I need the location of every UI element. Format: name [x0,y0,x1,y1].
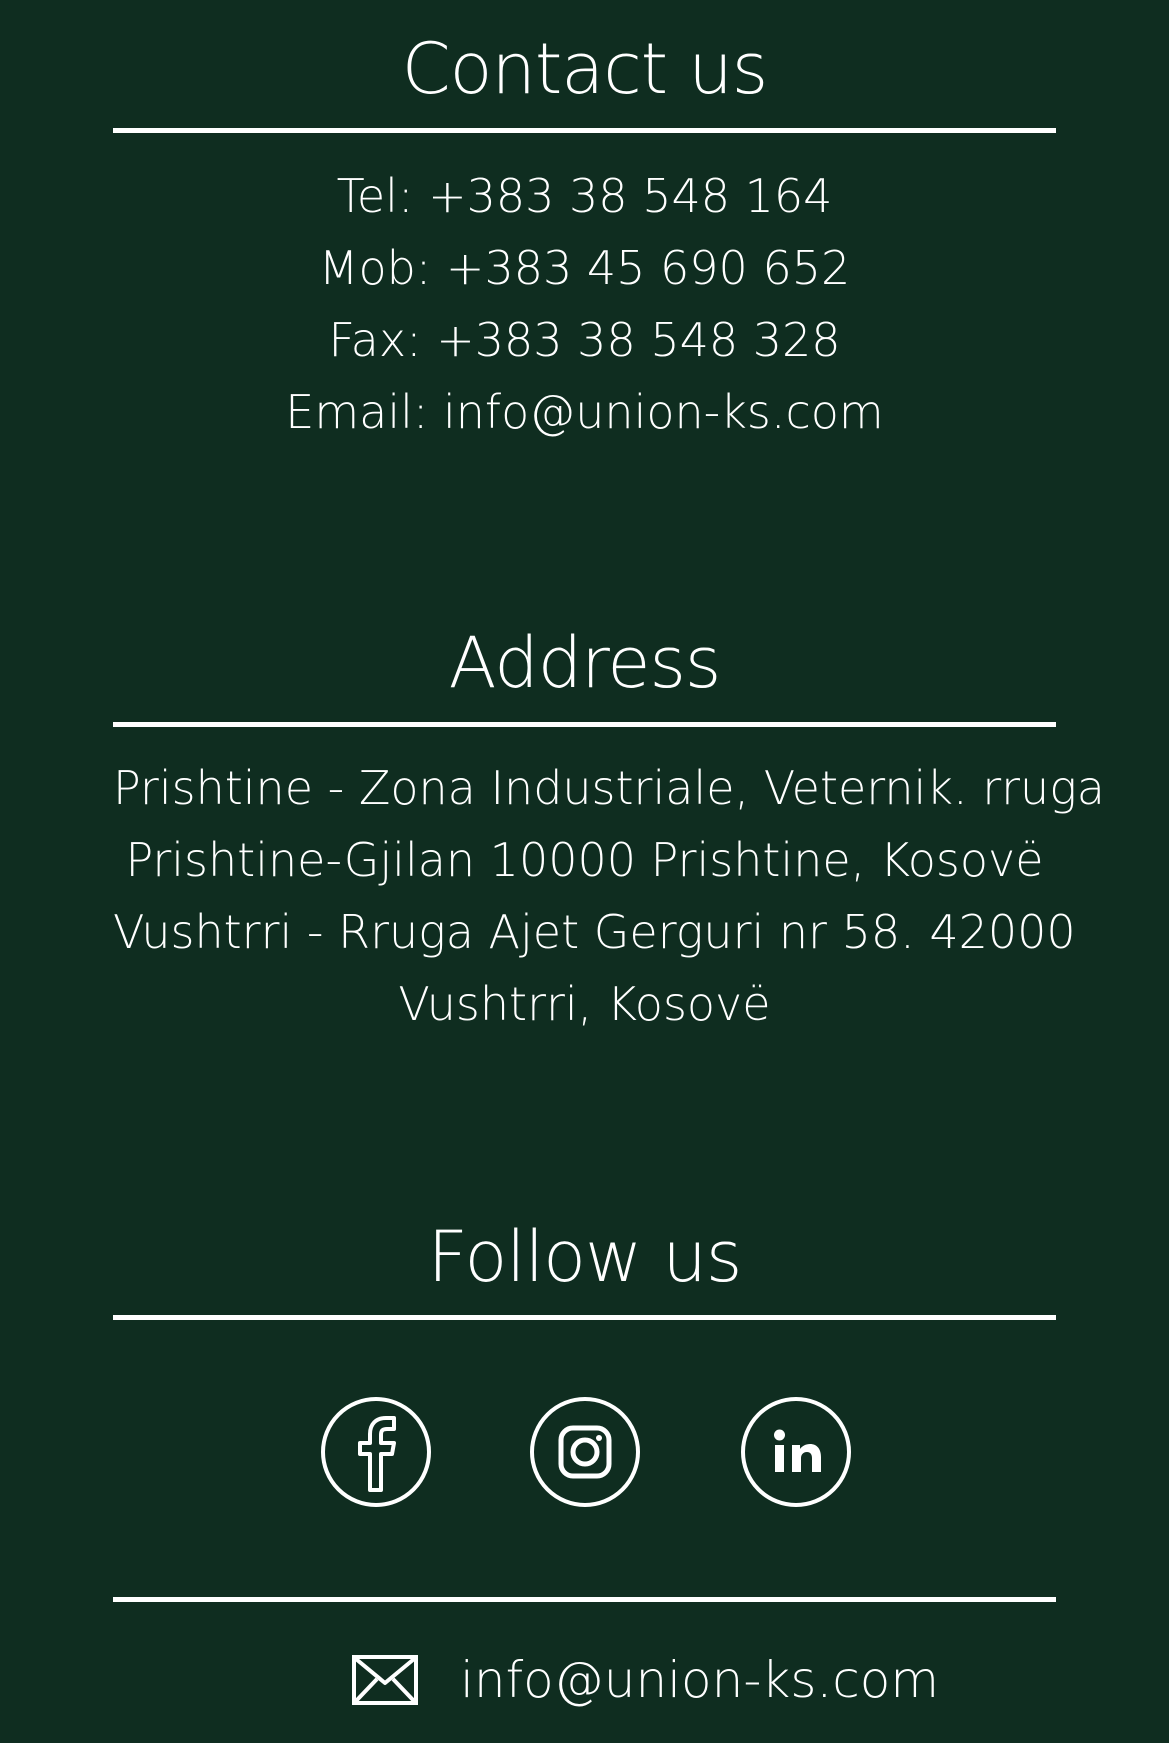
facebook-icon [321,1397,431,1507]
footer-email-link[interactable]: info@union-ks.com [460,1655,939,1705]
linkedin-icon [741,1397,851,1507]
facebook-link[interactable] [320,1396,432,1508]
address-divider [113,722,1056,727]
address-line-2: Prishtine-Gjilan 10000 Prishtine, Kosovë [125,833,1044,887]
address-line-3: Vushtrri - Rruga Ajet Gerguri nr 58. 420… [113,905,1076,959]
footer-email-row: info@union-ks.com [352,1645,939,1715]
contact-divider [113,128,1056,133]
fax-value: +383 38 548 328 [436,313,841,367]
fax-label: Fax: [328,313,422,367]
tel-line: Tel: +383 38 548 164 [113,160,1056,232]
mob-line: Mob: +383 45 690 652 [113,232,1056,304]
mob-label: Mob: [318,241,432,295]
contact-page: Contact us Tel: +383 38 548 164 Mob: +38… [0,0,1169,1743]
instagram-link[interactable] [529,1396,641,1508]
email-label: Email: [285,385,429,439]
tel-label: Tel: [336,169,414,223]
envelope-icon [352,1655,418,1705]
email-link[interactable]: info@union-ks.com [443,385,884,439]
address-title: Address [448,622,722,704]
tel-link[interactable]: +383 38 548 164 [428,169,832,223]
contact-title: Contact us [401,28,768,110]
footer-divider [113,1597,1056,1602]
follow-title: Follow us [427,1216,743,1298]
instagram-icon [530,1397,640,1507]
address-line-1: Prishtine - Zona Industriale, Veternik. … [113,761,1105,815]
address-text: Prishtine - Zona Industriale, Veternik. … [113,752,1105,1040]
linkedin-link[interactable] [740,1396,852,1508]
fax-line: Fax: +383 38 548 328 [113,304,1056,376]
address-line-4: Vushtrri, Kosovë [398,977,771,1031]
email-line: Email: info@union-ks.com [113,376,1056,448]
mob-link[interactable]: +383 45 690 652 [446,241,850,295]
follow-divider [113,1315,1056,1320]
